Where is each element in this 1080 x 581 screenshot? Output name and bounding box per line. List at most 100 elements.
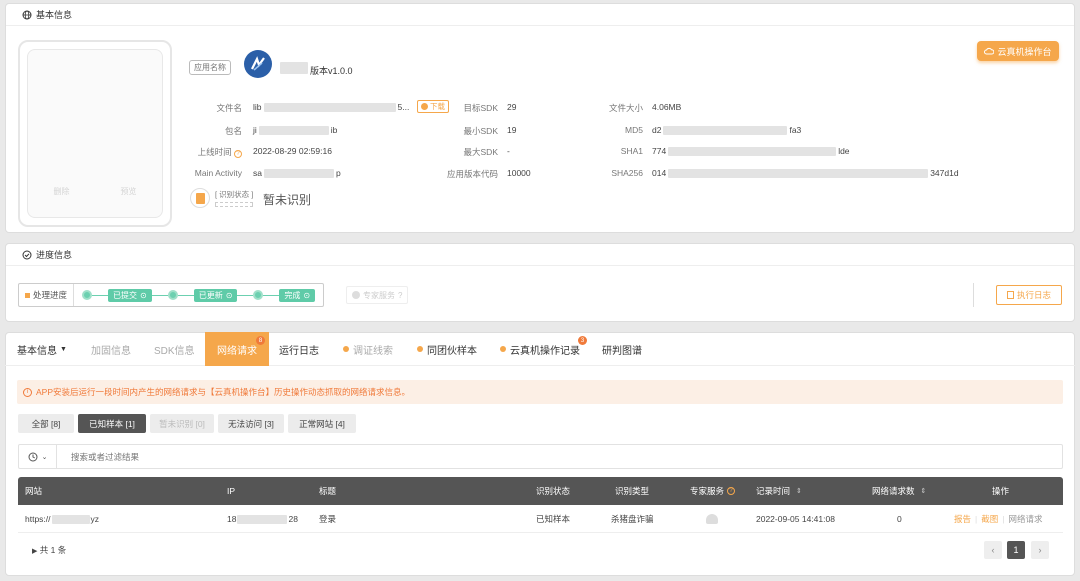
cell-status: 已知样本 [536,514,571,524]
step-submitted: 已提交 ⊙ [108,288,152,302]
tab-sdk-info[interactable]: SDK信息 [154,332,195,366]
help-icon: ? [234,150,242,158]
tab-evidence-clues[interactable]: 调证线索 [343,332,393,366]
network-request-link[interactable]: 网络请求 [1008,513,1042,525]
screenshot-link[interactable]: 截图 [981,513,998,525]
col-type: 识别类型 [615,486,650,496]
recog-status-label: [ 识别状态 ] [215,189,253,207]
notice-bar: i APP安装后运行一段时间内产生的网络请求与【云真机操作台】历史操作动态抓取的… [17,380,1063,404]
col-website: 网站 [25,486,43,496]
step-dot [253,290,264,300]
cloud-device-label: 云真机操作台 [997,46,1052,57]
prev-page-button[interactable]: ‹ [984,541,1002,559]
exec-log-button[interactable]: 执行日志 [996,285,1062,305]
recog-status-value: 暂未识别 [263,193,312,207]
chevron-down-icon: ⌄ [41,453,48,461]
filter-normal-sites[interactable]: 正常网站 [4] [288,414,356,433]
check-icon: ⊙ [140,290,147,300]
cloud-icon [984,47,995,55]
tab-basic-info[interactable]: 基本信息 ▼ [17,332,67,366]
tab-analysis-graph[interactable]: 研判图谱 [602,332,642,366]
file-size-label: 文件大小 [608,103,643,113]
package-label: 包名 [224,126,242,136]
sha1-label: SHA1 [620,146,643,156]
version-code-value: 10000 [507,168,531,178]
cell-website: https://yz [25,514,100,524]
cloud-device-button[interactable]: 云真机操作台 [977,41,1059,61]
check-circle-icon [22,250,32,259]
col-ip: IP [227,486,236,496]
check-icon: ⊙ [225,290,233,300]
md5-value: d2 fa3 [652,125,802,136]
app-name-label: 应用名称 [189,60,231,75]
filter-known-samples[interactable]: 已知样本 [1] [78,414,146,433]
package-value: ji ib [253,125,338,136]
file-size-value: 4.06MB [652,102,682,112]
history-dropdown[interactable]: ⌄ [19,445,57,468]
search-bar: ⌄ [18,444,1063,469]
filter-unrecognized[interactable]: 暂未识别 [0] [150,414,214,433]
online-time-label: 上线时间 ? [180,146,242,158]
user-icon [706,514,718,524]
target-sdk-value: 29 [507,102,517,112]
phone-preview: 删除 预览 [18,40,172,227]
sha1-value: 774 lde [652,146,850,157]
app-version: 版本v1.0.0 [310,66,353,76]
process-box: 处理进度 已提交 ⊙ 已更新 ⊙ 完成 ⊙ [18,283,324,307]
search-input[interactable] [57,445,1062,468]
max-sdk-value: - [507,146,510,156]
tab-run-log[interactable]: 运行日志 [279,332,319,366]
dot-icon [417,346,423,352]
main-activity-label: Main Activity [194,168,242,178]
log-icon [1006,291,1014,299]
phone-delete-button[interactable]: 删除 [54,186,70,197]
network-count-badge: 8 [256,336,265,345]
expert-icon [352,291,360,299]
tab-harden-info[interactable]: 加固信息 [91,332,131,366]
min-sdk-value: 19 [507,125,517,135]
app-logo [244,50,272,78]
col-title: 标题 [319,486,337,496]
md5-label: MD5 [625,125,643,135]
cell-time: 2022-09-05 14:41:08 [756,514,835,524]
basic-info-title: 基本信息 [36,10,73,20]
sort-icon: ⇕ [920,488,927,495]
step-dot [82,290,93,300]
filter-all[interactable]: 全部 [8] [18,414,74,433]
tab-gang-samples[interactable]: 同团伙样本 [417,332,477,366]
basic-info-header: 基本信息 [6,4,1074,26]
filter-unreachable[interactable]: 无法访问 [3] [218,414,284,433]
dot-icon [343,346,349,352]
step-done: 完成 ⊙ [279,288,316,302]
document-icon [195,192,205,204]
progress-header: 进度信息 [6,244,1074,266]
col-request-count[interactable]: 网络请求数 ⇕ [872,477,926,505]
download-icon [421,103,428,110]
cell-title: 登录 [319,514,337,524]
cell-count: 0 [897,514,902,524]
step-updated: 已更新 ⊙ [193,288,238,302]
help-icon: ? [398,290,403,300]
col-expert: 专家服务 ? [690,477,736,505]
main-activity-value: sa p [253,168,341,179]
table-header: 网站 IP 标题 识别状态 识别类型 专家服务 ? 记录时间 ⇕ 网络请求数 ⇕ 操… [18,477,1063,505]
step-dot [167,290,178,300]
cloud-records-badge: 3 [578,336,587,345]
process-label: 处理进度 [19,284,75,306]
cell-expert[interactable] [706,505,718,533]
expert-service-button[interactable]: 专家服务 ? [346,286,409,304]
min-sdk-label: 最小SDK [463,126,498,136]
col-record-time[interactable]: 记录时间 ⇕ [756,477,802,505]
total-count[interactable]: ▶ 共 1 条 [32,544,66,556]
report-link[interactable]: 报告 [954,513,971,525]
cell-actions: 报告 | 截图 | 网络请求 [954,513,1043,525]
phone-preview-button[interactable]: 预览 [121,186,137,197]
cell-ip: 18 28 [227,514,298,524]
next-page-button[interactable]: › [1031,541,1049,559]
tab-cloud-records[interactable]: 云真机操作记录 [500,332,580,366]
page-current[interactable]: 1 [1007,541,1025,559]
caret-right-icon: ▶ [32,548,38,555]
max-sdk-label: 最大SDK [463,147,498,157]
file-name-label: 文件名 [216,103,242,113]
table-row: https://yz 18 28 登录 已知样本 杀猪盘诈骗 2022-09-05… [18,505,1063,533]
